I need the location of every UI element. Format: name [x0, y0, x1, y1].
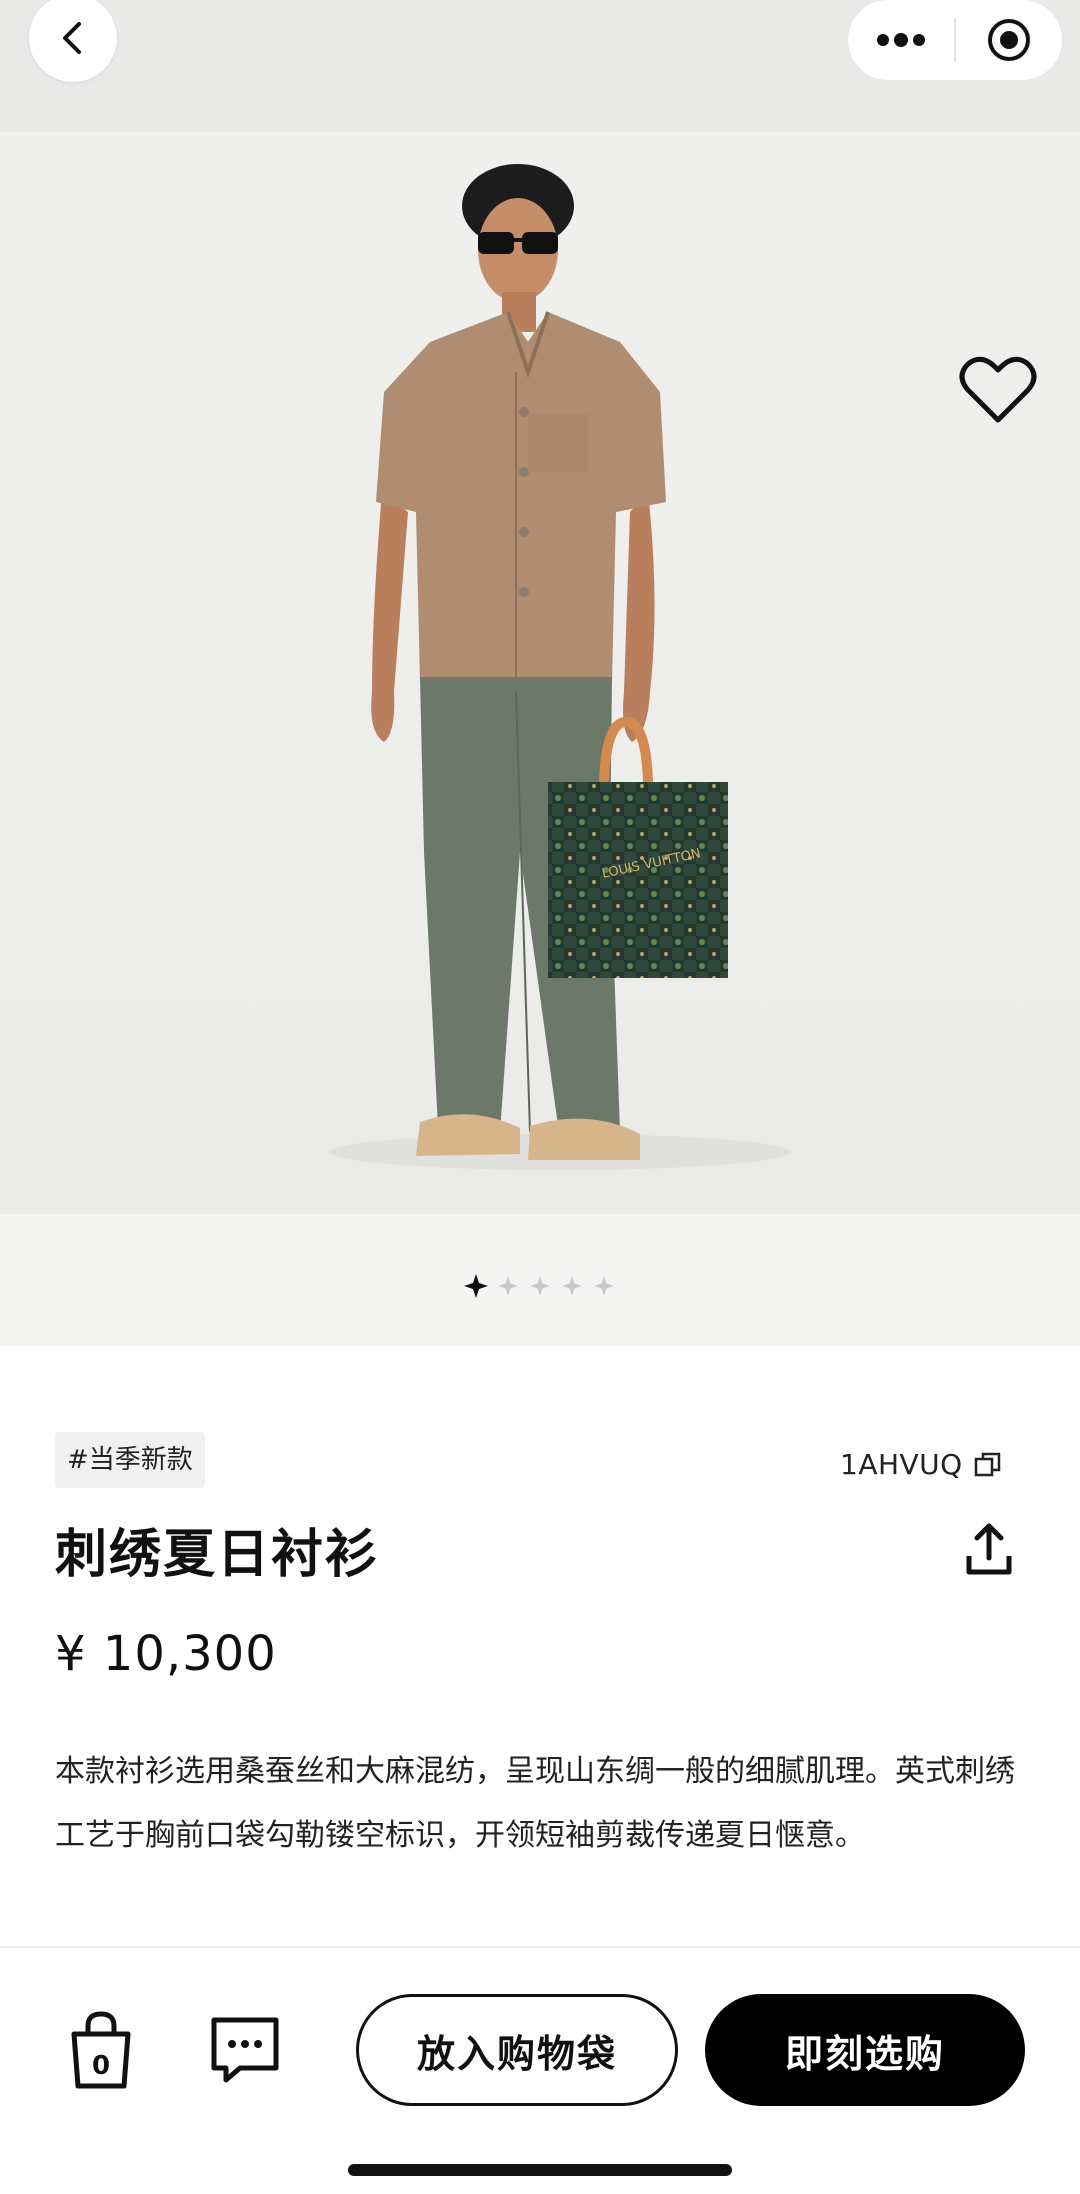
shopping-bag-icon[interactable]: 0: [68, 2010, 134, 2090]
product-image[interactable]: LOUIS VUITTON: [0, 132, 1080, 1214]
favorite-heart-icon[interactable]: [958, 354, 1038, 426]
carousel-dot[interactable]: [496, 1274, 520, 1298]
product-description: 本款衬衫选用桑蚕丝和大麻混纺，呈现山东绸一般的细腻肌理。英式刺绣工艺于胸前口袋勾…: [55, 1754, 1015, 1853]
carousel-dot-active[interactable]: [464, 1274, 488, 1298]
top-bar: [0, 0, 1080, 132]
chevron-left-icon: [63, 22, 81, 54]
close-mini-program-button[interactable]: [956, 0, 1062, 80]
sku-row[interactable]: 1AHVUQ: [840, 1448, 1003, 1481]
carousel-indicator: [0, 1266, 1080, 1306]
product-price: ¥ 10,300: [55, 1626, 277, 1682]
product-page: LOUIS VUITTON #当季新款 1AHVUQ 刺绣夏日衬衫 ¥ 10,3…: [0, 0, 1080, 2194]
product-title: 刺绣夏日衬衫: [55, 1525, 380, 1585]
more-button[interactable]: [848, 0, 954, 80]
more-dots-icon: [877, 33, 925, 47]
carousel-dot[interactable]: [592, 1274, 616, 1298]
share-icon[interactable]: [965, 1522, 1013, 1576]
home-indicator[interactable]: [348, 2164, 732, 2176]
target-icon: [988, 19, 1030, 61]
mini-program-capsule: [848, 0, 1062, 80]
season-tag[interactable]: #当季新款: [55, 1432, 205, 1488]
chat-icon[interactable]: [210, 2016, 280, 2086]
model-illustration: LOUIS VUITTON: [330, 164, 790, 1170]
copy-icon[interactable]: [973, 1450, 1003, 1480]
carousel-dot[interactable]: [560, 1274, 584, 1298]
carousel-dot[interactable]: [528, 1274, 552, 1298]
buy-now-button[interactable]: 即刻选购: [705, 1994, 1025, 2106]
bag-count: 0: [92, 2051, 110, 2081]
sku-code: 1AHVUQ: [840, 1448, 963, 1481]
add-to-bag-button[interactable]: 放入购物袋: [356, 1994, 678, 2106]
back-button[interactable]: [29, 0, 117, 82]
